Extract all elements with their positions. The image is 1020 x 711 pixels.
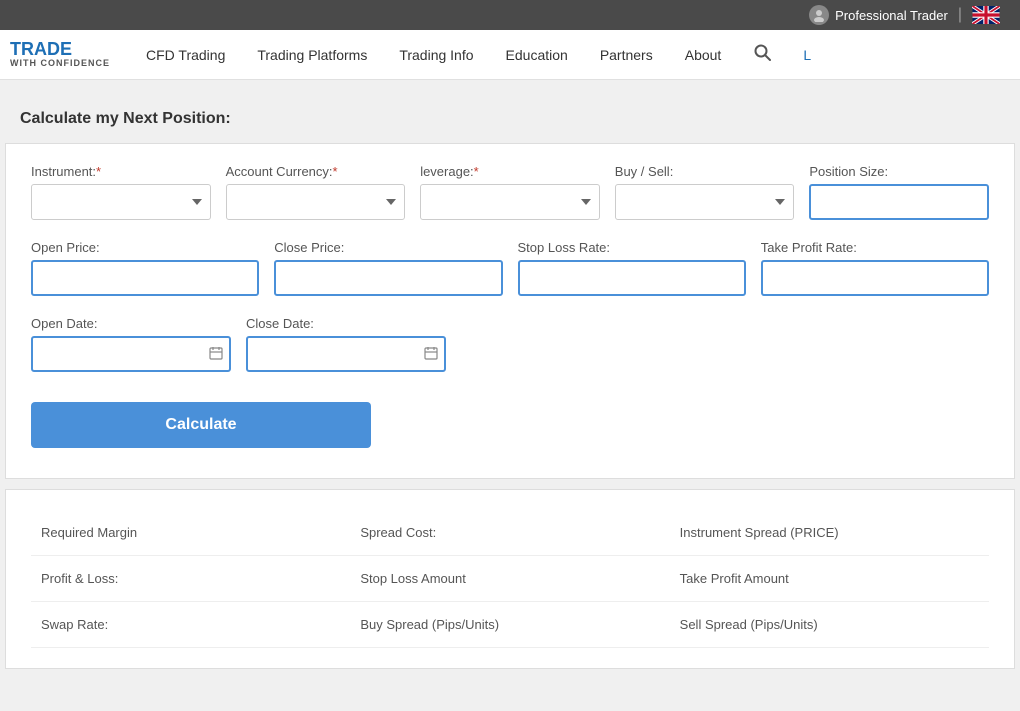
close-date-group: Close Date: — [246, 316, 446, 372]
calculator-card: Instrument:* Account Currency:* leverage… — [5, 143, 1015, 479]
buy-sell-label: Buy / Sell: — [615, 164, 795, 179]
top-bar: Professional Trader | — [0, 0, 1020, 30]
close-date-wrapper — [246, 336, 446, 372]
leverage-label: leverage:* — [420, 164, 600, 179]
search-icon[interactable] — [737, 43, 787, 66]
result-instrument-spread: Instrument Spread (PRICE) — [670, 510, 989, 556]
close-date-input[interactable] — [246, 336, 446, 372]
close-date-label: Close Date: — [246, 316, 446, 331]
account-currency-label: Account Currency:* — [226, 164, 406, 179]
calculate-button[interactable]: Calculate — [31, 402, 371, 448]
logo[interactable]: TRADE WITH CONFIDENCE — [10, 40, 110, 70]
form-row-1: Instrument:* Account Currency:* leverage… — [31, 164, 989, 220]
buy-sell-group: Buy / Sell: — [615, 164, 795, 220]
open-date-label: Open Date: — [31, 316, 231, 331]
stop-loss-group: Stop Loss Rate: — [518, 240, 746, 296]
instrument-group: Instrument:* — [31, 164, 211, 220]
nav-item-platforms[interactable]: Trading Platforms — [241, 30, 383, 80]
close-price-label: Close Price: — [274, 240, 502, 255]
instrument-select[interactable] — [31, 184, 211, 220]
take-profit-group: Take Profit Rate: — [761, 240, 989, 296]
nav-item-about[interactable]: About — [669, 30, 738, 80]
open-price-label: Open Price: — [31, 240, 259, 255]
logo-line2: WITH CONFIDENCE — [10, 59, 110, 69]
flag-icon[interactable] — [972, 6, 1000, 24]
position-size-input[interactable] — [809, 184, 989, 220]
result-profit-loss: Profit & Loss: — [31, 556, 350, 602]
result-swap-rate: Swap Rate: — [31, 602, 350, 648]
result-buy-spread: Buy Spread (Pips/Units) — [350, 602, 669, 648]
nav-item-partners[interactable]: Partners — [584, 30, 669, 80]
result-sell-spread: Sell Spread (Pips/Units) — [670, 602, 989, 648]
leverage-group: leverage:* — [420, 164, 600, 220]
take-profit-label: Take Profit Rate: — [761, 240, 989, 255]
buy-sell-select[interactable] — [615, 184, 795, 220]
user-label: Professional Trader — [835, 8, 948, 23]
nav-item-info[interactable]: Trading Info — [383, 30, 489, 80]
result-stop-loss-amount: Stop Loss Amount — [350, 556, 669, 602]
form-row-3: Open Date: Close Date: — [31, 316, 989, 372]
nav-items: CFD Trading Trading Platforms Trading In… — [130, 30, 1020, 80]
nav-item-cfd[interactable]: CFD Trading — [130, 30, 241, 80]
position-size-group: Position Size: — [809, 164, 989, 220]
open-date-group: Open Date: — [31, 316, 231, 372]
leverage-select[interactable] — [420, 184, 600, 220]
main-content: Calculate my Next Position: Instrument:*… — [0, 80, 1020, 689]
result-required-margin: Required Margin — [31, 510, 350, 556]
instrument-label: Instrument:* — [31, 164, 211, 179]
login-button[interactable]: L — [787, 47, 827, 63]
logo-line1: TRADE — [10, 40, 110, 60]
account-currency-select[interactable] — [226, 184, 406, 220]
stop-loss-label: Stop Loss Rate: — [518, 240, 746, 255]
open-price-group: Open Price: — [31, 240, 259, 296]
divider: | — [958, 6, 962, 24]
open-date-input[interactable] — [31, 336, 231, 372]
section-title: Calculate my Next Position: — [0, 100, 1020, 143]
position-size-label: Position Size: — [809, 164, 989, 179]
user-account[interactable]: Professional Trader — [809, 5, 948, 25]
user-icon — [809, 5, 829, 25]
close-price-input[interactable] — [274, 260, 502, 296]
result-take-profit-amount: Take Profit Amount — [670, 556, 989, 602]
stop-loss-input[interactable] — [518, 260, 746, 296]
open-date-wrapper — [31, 336, 231, 372]
close-price-group: Close Price: — [274, 240, 502, 296]
nav-item-education[interactable]: Education — [490, 30, 584, 80]
results-card: Required Margin Spread Cost: Instrument … — [5, 489, 1015, 669]
account-currency-group: Account Currency:* — [226, 164, 406, 220]
take-profit-input[interactable] — [761, 260, 989, 296]
open-price-input[interactable] — [31, 260, 259, 296]
result-spread-cost: Spread Cost: — [350, 510, 669, 556]
results-grid: Required Margin Spread Cost: Instrument … — [31, 510, 989, 648]
form-row-2: Open Price: Close Price: Stop Loss Rate:… — [31, 240, 989, 296]
navigation: TRADE WITH CONFIDENCE CFD Trading Tradin… — [0, 30, 1020, 80]
